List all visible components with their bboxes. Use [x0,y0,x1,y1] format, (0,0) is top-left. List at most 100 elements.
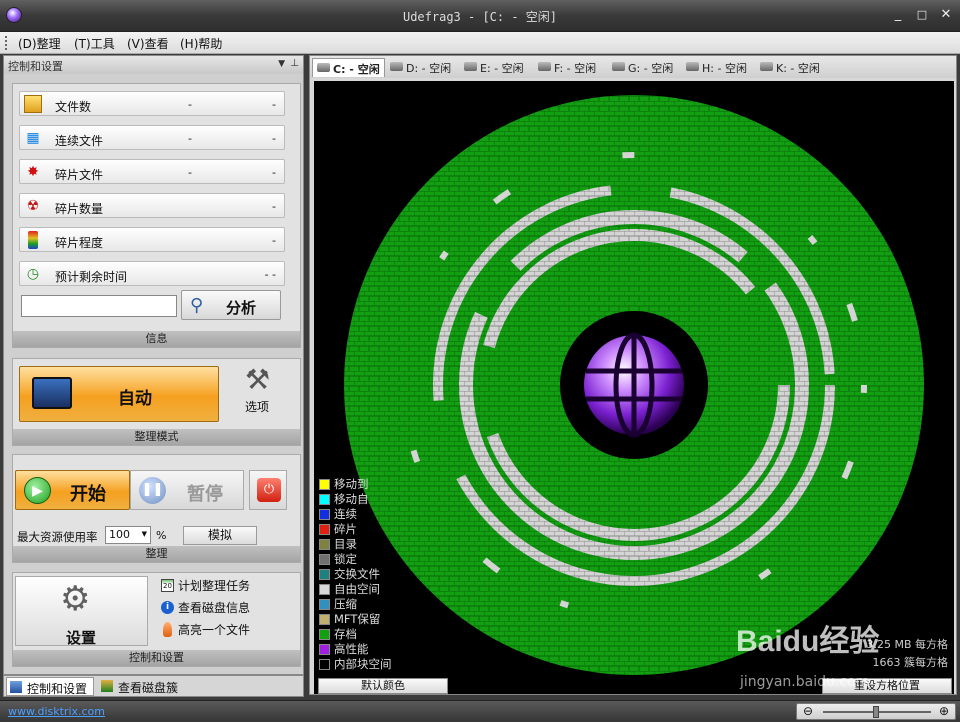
stat-label: 文件数 [55,100,92,114]
stat-value: - [272,132,276,145]
max-usage-label: 最大资源使用率 [17,530,98,544]
mode-group-title: 整理模式 [13,429,300,445]
menu-tools[interactable]: (T)工具 [74,35,115,52]
status-bar: www.disktrix.com ⊖ ⊕ [0,700,960,722]
legend-label: 连续 [334,507,357,521]
panel-dropdown-icon[interactable]: ▼ [278,59,285,69]
link-label: 查看磁盘信息 [178,601,251,615]
tab-view-clusters[interactable]: 查看磁盘簇 [98,677,188,696]
drive-icon [612,62,625,71]
drive-icon [760,62,773,71]
highlight-icon [163,622,172,637]
website-link[interactable]: www.disktrix.com [8,705,105,718]
analyze-button[interactable]: ⚲ 分析 [181,290,281,320]
menu-grip [5,36,8,50]
tab-drive-e[interactable]: E: - 空闲 [460,58,528,77]
tab-drive-c[interactable]: C: - 空闲 [312,58,385,77]
stat-label: 连续文件 [55,134,104,148]
legend-label: 存档 [334,627,357,641]
pin-icon[interactable]: ⊥ [290,58,299,69]
stat-value: - [272,234,276,247]
legend-item: MFT保留 [318,612,392,627]
menu-help[interactable]: (H)帮助 [180,35,222,52]
window-title: Udefrag3 - [C: - 空闲] [402,10,558,24]
tab-label: E: - 空闲 [480,62,524,75]
drive-icon [317,63,330,72]
legend-swatch [319,599,330,610]
legend-label: 自由空间 [334,582,380,596]
tools-icon: ⚒ [245,363,271,396]
simulate-button[interactable]: 模拟 [183,526,257,545]
legend-label: 压缩 [334,597,357,611]
tab-label: F: - 空闲 [554,62,597,75]
legend-label: 碎片 [334,522,357,536]
percent-sign: % [156,529,167,542]
stat-value: - [272,98,276,111]
legend-label: MFT保留 [334,612,381,626]
control-icon [10,681,22,693]
tab-drive-g[interactable]: G: - 空闲 [608,58,677,77]
close-button[interactable]: ✕ [934,6,958,24]
legend-item: 自由空间 [318,582,392,597]
tab-control-settings[interactable]: 控制和设置 [6,677,94,696]
panel-title: 控制和设置 [8,60,63,73]
zoom-in-icon[interactable]: ⊕ [939,704,949,718]
monitor-icon [32,377,72,409]
tab-drive-d[interactable]: D: - 空闲 [386,58,455,77]
defrag-group: ▶ 开始 ❚❚ 暂停 ⏻ 最大资源使用率 100 ▼ % 模拟 整理 [12,454,301,563]
zoom-control: ⊖ ⊕ [796,703,956,720]
info-icon: i [161,601,174,614]
zoom-thumb[interactable] [873,706,879,718]
stop-button[interactable]: ⏻ [249,470,287,510]
tab-label: 查看磁盘簇 [118,681,179,695]
max-usage-select[interactable]: 100 ▼ [105,526,151,544]
stopwatch-icon: ◷ [26,266,40,282]
legend-swatch [319,554,330,565]
zoom-out-icon[interactable]: ⊖ [803,704,813,718]
tab-drive-h[interactable]: H: - 空闲 [682,58,751,77]
watermark-subtext: jingyan.baidu.com [740,674,870,690]
stat-value: - - [264,268,276,281]
contiguous-files-icon: ▦ [26,130,40,146]
fragment-count-icon: ☢ [26,198,40,214]
settings-label: 设置 [66,629,97,647]
pause-button[interactable]: ❚❚ 暂停 [130,470,244,510]
start-button[interactable]: ▶ 开始 [15,470,130,510]
max-usage-value: 100 [109,528,130,541]
drive-icon [390,62,403,71]
tab-label: K: - 空闲 [776,62,820,75]
tab-drive-k[interactable]: K: - 空闲 [756,58,824,77]
tab-label: H: - 空闲 [702,62,747,75]
legend-item: 高性能 [318,642,392,657]
legend-item: 碎片 [318,522,392,537]
legend-item: 目录 [318,537,392,552]
legend-swatch [319,584,330,595]
mode-group: 自动 ⚒ 选项 整理模式 [12,358,301,446]
disk-map[interactable] [314,81,954,694]
menu-defrag[interactable]: (D)整理 [18,35,61,52]
maximize-button[interactable]: □ [910,6,934,24]
minimize-button[interactable]: _ [886,6,910,24]
legend-swatch [319,659,330,670]
legend-swatch [319,479,330,490]
legend-label: 高性能 [334,642,369,656]
auto-mode-button[interactable]: 自动 [19,366,219,422]
control-panel: 控制和设置 ▼ ⊥ 文件数 - - ▦ 连续文件 - - ✸ 碎片文件 - - … [3,55,304,675]
settings-button[interactable]: ⚙ 设置 [15,576,148,647]
stat-value: - [272,200,276,213]
pause-label: 暂停 [187,484,223,505]
stat-value: - [188,166,192,179]
menu-view[interactable]: (V)查看 [127,35,169,52]
tab-drive-f[interactable]: F: - 空闲 [534,58,600,77]
settings-group-title: 控制和设置 [13,650,300,666]
link-label: 计划整理任务 [178,579,251,593]
default-colors-button[interactable]: 默认颜色 [318,678,448,694]
drive-icon [686,62,699,71]
drive-search-input[interactable] [21,295,177,317]
options-button[interactable]: ⚒ 选项 [239,363,283,415]
tab-label: C: - 空闲 [333,63,380,76]
drive-icon [538,62,551,71]
link-label: 高亮一个文件 [178,623,251,637]
legend-item: 交换文件 [318,567,392,582]
stat-value: - [188,132,192,145]
